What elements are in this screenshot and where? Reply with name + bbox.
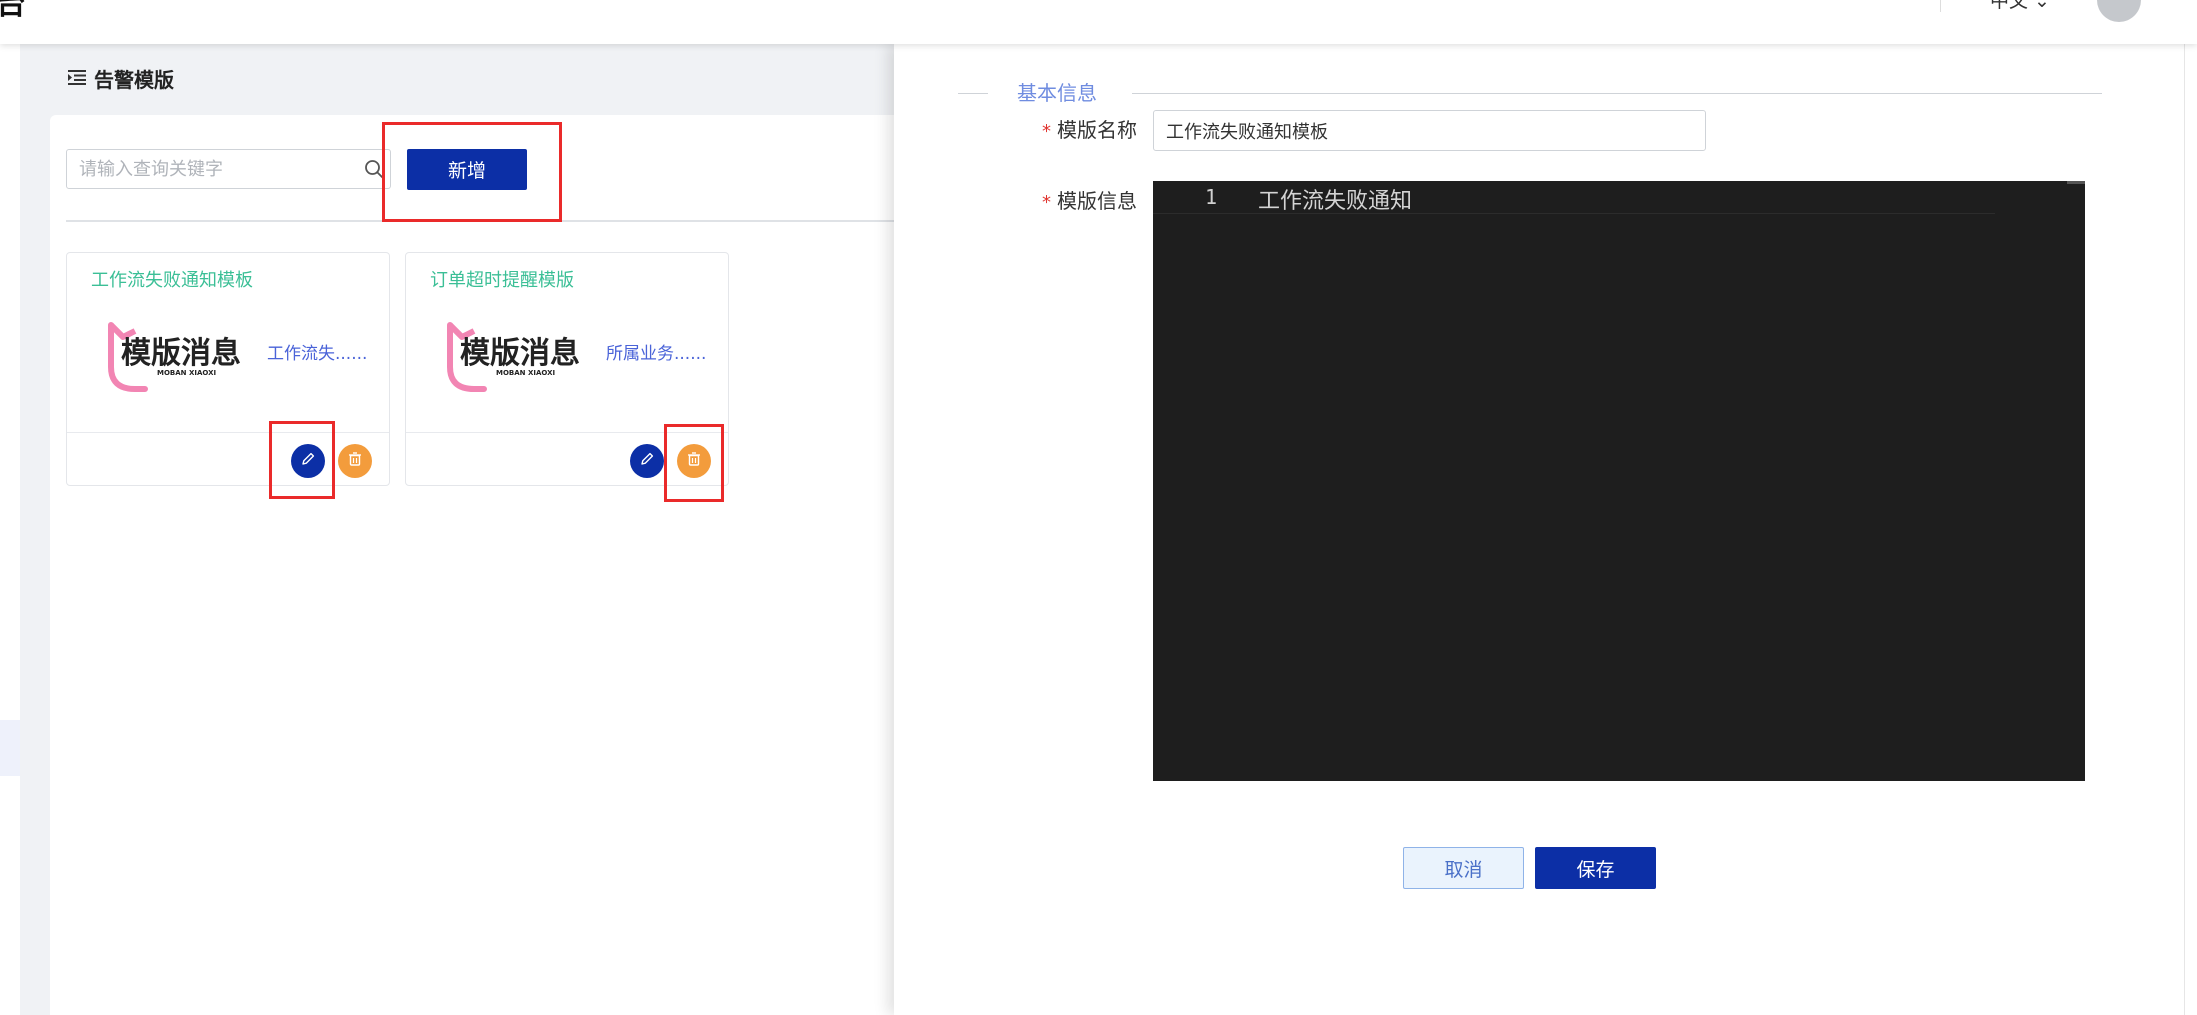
logo-subtext: MOBAN XIAOXI	[157, 369, 216, 377]
legend-line	[1132, 93, 2102, 94]
app-title-fragment: 台	[0, 0, 26, 22]
pencil-icon	[639, 451, 655, 471]
template-name-label: * 模版名称	[1042, 118, 1137, 144]
section-header: 告警模版	[68, 68, 174, 92]
logo-text: 模版消息	[121, 336, 241, 371]
delete-button[interactable]	[677, 444, 711, 478]
line-content[interactable]: 工作流失败通知	[1258, 183, 1412, 215]
card-description: 所属业务......	[606, 344, 707, 364]
search-icon[interactable]	[364, 159, 384, 179]
avatar[interactable]	[2097, 0, 2141, 22]
card-footer-divider	[67, 432, 389, 433]
search-input[interactable]	[67, 150, 359, 188]
template-info-label: * 模版信息	[1042, 189, 1137, 215]
indent-list-icon	[68, 68, 86, 92]
template-card[interactable]: 订单超时提醒模版 模版消息 MOBAN XIAOXI 所属业务......	[405, 252, 729, 486]
delete-button[interactable]	[338, 444, 372, 478]
search-box	[66, 149, 391, 189]
drawer-scrollbar[interactable]	[2184, 44, 2197, 1015]
header-divider	[1940, 0, 1941, 12]
line-number: 1	[1205, 185, 1218, 209]
list-divider	[66, 220, 950, 222]
editor-line[interactable]: 1 工作流失败通知	[1153, 181, 1995, 214]
code-editor[interactable]: 1 工作流失败通知	[1153, 181, 2085, 781]
trash-icon	[686, 451, 702, 471]
card-title[interactable]: 订单超时提醒模版	[430, 266, 574, 292]
sidebar-active-item[interactable]	[0, 720, 20, 776]
template-info-label-text: 模版信息	[1057, 189, 1137, 213]
card-title[interactable]: 工作流失败通知模板	[91, 266, 253, 292]
template-logo: 模版消息 MOBAN XIAOXI	[101, 317, 245, 393]
template-logo: 模版消息 MOBAN XIAOXI	[440, 317, 584, 393]
top-bar: 台 中文 ⌄	[0, 0, 2197, 44]
add-template-button[interactable]: 新增	[407, 149, 527, 190]
card-description: 工作流失......	[267, 344, 368, 364]
edit-button[interactable]	[291, 444, 325, 478]
trash-icon	[347, 451, 363, 471]
template-name-label-text: 模版名称	[1057, 118, 1137, 142]
save-button[interactable]: 保存	[1535, 847, 1656, 889]
fieldset-legend: 基本信息	[1017, 81, 1097, 105]
logo-subtext: MOBAN XIAOXI	[496, 369, 555, 377]
editor-minimap[interactable]	[2067, 181, 2085, 184]
cancel-button[interactable]: 取消	[1403, 847, 1524, 889]
required-mark: *	[1042, 192, 1051, 213]
required-mark: *	[1042, 121, 1051, 142]
card-footer-divider	[406, 432, 728, 433]
template-name-input[interactable]	[1153, 110, 1706, 151]
language-switch[interactable]: 中文 ⌄	[1990, 0, 2050, 12]
pencil-icon	[300, 451, 316, 471]
logo-text: 模版消息	[460, 336, 580, 371]
edit-button[interactable]	[630, 444, 664, 478]
template-list-panel	[50, 115, 950, 1015]
template-card[interactable]: 工作流失败通知模板 模版消息 MOBAN XIAOXI 工作流失......	[66, 252, 390, 486]
page-title: 告警模版	[94, 68, 174, 92]
sidebar	[0, 44, 20, 1015]
legend-line	[958, 93, 988, 94]
